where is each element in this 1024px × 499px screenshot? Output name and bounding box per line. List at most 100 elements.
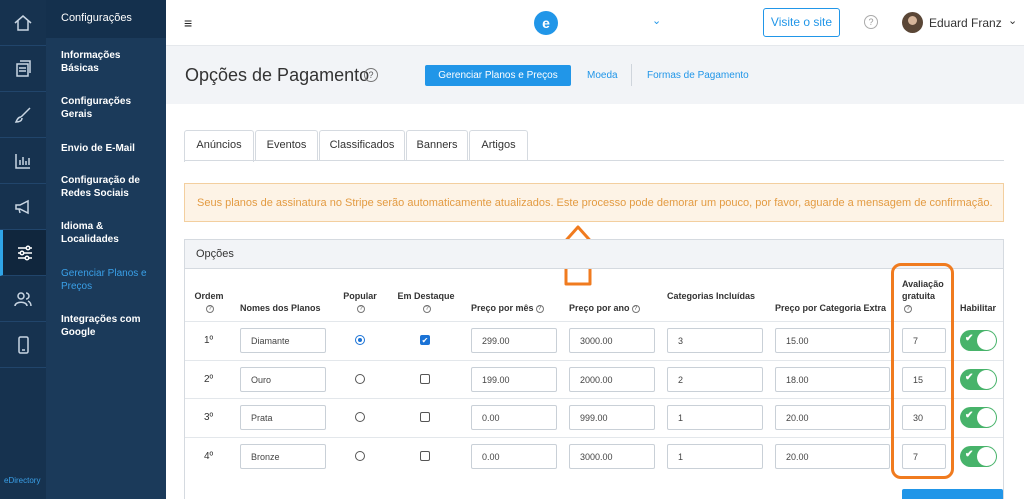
menu-item-redes-sociais[interactable]: Configuração de Redes Sociais [46,174,166,200]
enable-toggle[interactable]: ✔ [960,446,997,467]
save-button[interactable] [902,489,1003,499]
panel-title: Opções [185,240,1003,269]
row-divider [185,360,1003,361]
toggle-knob [977,447,996,466]
header-preco-ano: Preço por ano? [569,302,640,314]
title-help-icon[interactable]: ? [364,68,378,82]
categories-input[interactable]: 1 [667,444,763,469]
menu-item-idioma[interactable]: Idioma & Localidades [46,220,166,246]
header-preco-mes-label: Preço por mês [471,303,534,313]
toggle-knob [977,408,996,427]
extra-category-price-input[interactable]: 20.00 [775,444,890,469]
menu-title: Configurações [46,0,166,38]
menu-item-email[interactable]: Envio de E-Mail [46,142,143,155]
avatar[interactable] [902,12,923,33]
rail-home[interactable] [0,0,46,46]
yearly-price-input[interactable]: 3000.00 [569,444,655,469]
monthly-price-input[interactable]: 299.00 [471,328,557,353]
row-divider [185,437,1003,438]
chevron-down-icon[interactable]: ⌄ [652,14,661,27]
rail-chart[interactable] [0,138,46,184]
rail-users[interactable] [0,276,46,322]
menu-item-google[interactable]: Integrações com Google [46,313,166,339]
chart-icon [15,153,30,169]
user-name[interactable]: Eduard Franz [929,16,1002,30]
tab-classificados[interactable]: Classificados [319,130,405,160]
tab-banners[interactable]: Banners [406,130,468,160]
enable-toggle[interactable]: ✔ [960,407,997,428]
visit-site-button[interactable]: Visite o site [763,8,840,37]
yearly-price-input[interactable]: 3000.00 [569,328,655,353]
top-bar: ≡ e ⌄ Visite o site ? Eduard Franz ⌄ [166,0,1024,46]
tab-eventos[interactable]: Eventos [255,130,318,160]
tab-formas-pagamento[interactable]: Formas de Pagamento [647,70,749,81]
categories-input[interactable]: 1 [667,405,763,430]
enable-toggle[interactable]: ✔ [960,330,997,351]
monthly-price-input[interactable]: 0.00 [471,444,557,469]
header-preco-categoria: Preço por Categoria Extra [775,303,887,313]
help-icon[interactable]: ? [357,304,365,313]
extra-category-price-input[interactable]: 15.00 [775,328,890,353]
categories-input[interactable]: 2 [667,367,763,392]
sliders-icon [17,244,32,261]
check-icon: ✔ [965,372,974,383]
tab-artigos[interactable]: Artigos [469,130,528,160]
tab-underline [184,160,1004,161]
featured-checkbox[interactable] [420,451,430,461]
hamburger-icon[interactable]: ≡ [184,15,192,31]
check-icon: ✔ [965,410,974,421]
yearly-price-input[interactable]: 2000.00 [569,367,655,392]
rail-settings[interactable] [0,230,46,276]
row-order: 1º [204,335,214,346]
megaphone-icon [15,199,29,214]
menu-item-informacoes[interactable]: Informações Básicas [46,49,166,75]
plan-name-input[interactable]: Bronze [240,444,326,469]
user-chevron-down-icon[interactable]: ⌄ [1008,14,1017,27]
row-order: 2º [204,374,214,385]
enable-toggle[interactable]: ✔ [960,369,997,390]
monthly-price-input[interactable]: 0.00 [471,405,557,430]
help-icon[interactable]: ? [535,304,544,313]
featured-checkbox[interactable] [420,412,430,422]
menu-item-configuracoes-gerais[interactable]: Configurações Gerais [46,95,166,121]
home-icon [14,14,32,31]
plan-name-input[interactable]: Diamante [240,328,326,353]
stripe-alert: Seus planos de assinatura no Stripe serã… [184,183,1004,222]
popular-radio[interactable] [355,451,365,461]
rail-brush[interactable] [0,92,46,138]
check-icon: ✔ [965,333,974,344]
popular-radio[interactable] [355,412,365,422]
users-icon [14,291,32,306]
tab-moeda[interactable]: Moeda [587,70,618,81]
monthly-price-input[interactable]: 199.00 [471,367,557,392]
tab-divider [631,64,632,86]
rail-mobile[interactable] [0,322,46,368]
header-popular: Popular? [341,290,379,314]
help-icon[interactable]: ? [206,304,214,313]
header-destaque: Em Destaque? [395,290,457,314]
settings-menu: Configurações Informações Básicas Config… [46,0,166,499]
popular-radio[interactable] [355,335,365,345]
plan-name-input[interactable]: Ouro [240,367,326,392]
tab-gerenciar-planos[interactable]: Gerenciar Planos e Preços [425,65,571,86]
help-icon[interactable]: ? [864,15,878,29]
logo[interactable]: e [534,11,558,35]
extra-category-price-input[interactable]: 20.00 [775,405,890,430]
help-icon[interactable]: ? [631,304,640,313]
rail-pages[interactable] [0,46,46,92]
featured-checkbox[interactable] [420,374,430,384]
help-icon[interactable]: ? [423,304,431,313]
yearly-price-input[interactable]: 999.00 [569,405,655,430]
plan-name-input[interactable]: Prata [240,405,326,430]
header-popular-label: Popular [343,291,377,301]
header-destaque-label: Em Destaque [397,291,455,301]
brush-icon [14,106,31,123]
categories-input[interactable]: 3 [667,328,763,353]
tab-anuncios[interactable]: Anúncios [184,130,254,162]
menu-item-planos[interactable]: Gerenciar Planos e Preços [46,267,166,293]
popular-radio[interactable] [355,374,365,384]
featured-checkbox[interactable]: ✔ [420,335,430,345]
rail-megaphone[interactable] [0,184,46,230]
row-order: 4º [204,451,214,462]
extra-category-price-input[interactable]: 18.00 [775,367,890,392]
